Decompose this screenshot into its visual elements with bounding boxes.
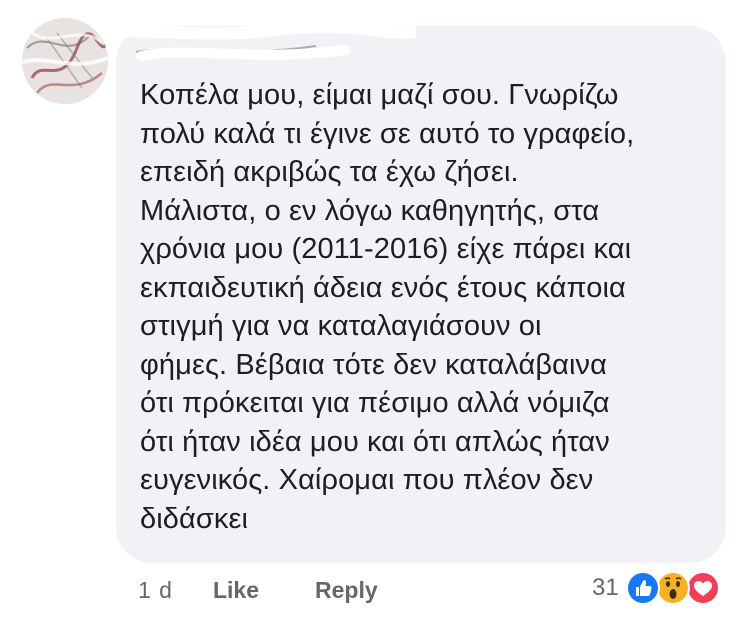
avatar-image: [22, 18, 108, 104]
timestamp[interactable]: 1 d: [138, 577, 173, 604]
like-reaction-icon: [625, 570, 661, 611]
comment-bubble: Κοπέλα μου, είμαι μαζί σου. Γνωρίζω πολύ…: [116, 20, 726, 563]
author-name[interactable]: [138, 22, 358, 58]
reactions-summary[interactable]: 31: [592, 570, 725, 606]
reply-button[interactable]: Reply: [315, 577, 378, 604]
reaction-count: 31: [592, 574, 619, 601]
like-button[interactable]: Like: [213, 577, 259, 604]
comment-text: Κοπέλα μου, είμαι μαζί σου. Γνωρίζω πολύ…: [140, 79, 635, 535]
reaction-icons: [625, 570, 725, 606]
comment-actions: 1 d Like Reply: [138, 575, 378, 605]
avatar[interactable]: [22, 18, 108, 104]
